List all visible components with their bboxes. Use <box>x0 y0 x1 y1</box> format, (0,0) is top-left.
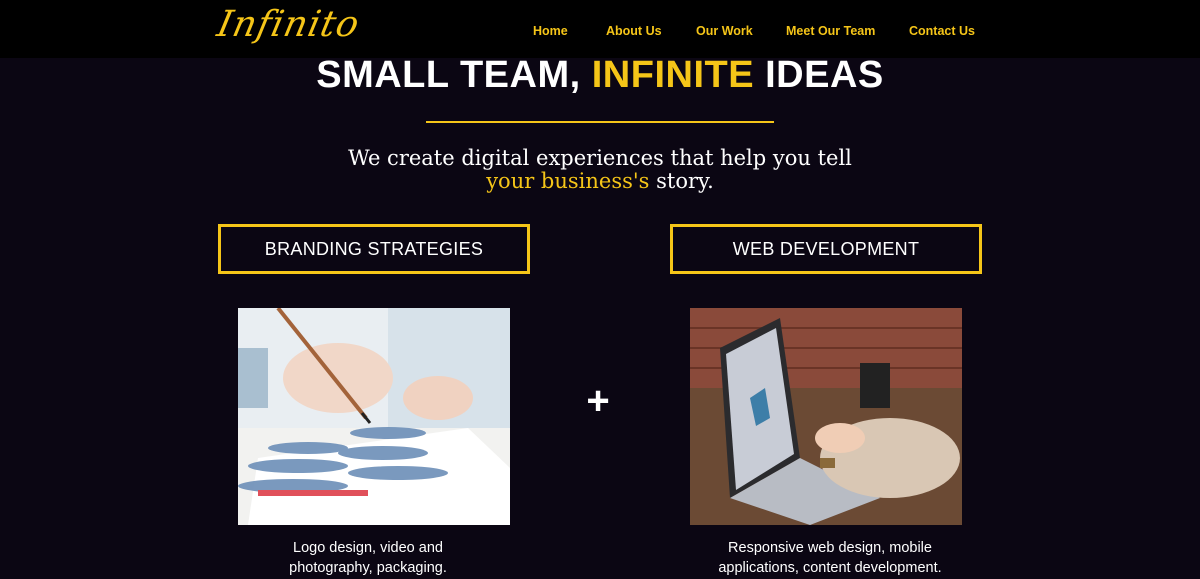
tagline-end: story. <box>656 169 714 193</box>
service-webdev-desc: Responsive web design, mobile applicatio… <box>670 538 990 578</box>
tagline-line1: We create digital experiences that help … <box>348 146 852 170</box>
service-webdev-desc-line2: applications, content development. <box>718 560 942 576</box>
site-logo[interactable]: Infinito <box>214 4 364 45</box>
laptop-typing-photo <box>690 308 962 525</box>
tagline-accent: your business's <box>486 169 650 193</box>
hero-title-part1: SMALL TEAM, <box>316 54 581 96</box>
plus-icon: + <box>586 379 610 423</box>
service-branding-title-box: BRANDING STRATEGIES <box>218 224 530 274</box>
nav-contact-us[interactable]: Contact Us <box>909 24 975 38</box>
navbar: Infinito Home About Us Our Work Meet Our… <box>0 0 1200 58</box>
nav-home[interactable]: Home <box>533 24 568 38</box>
nav-our-work[interactable]: Our Work <box>696 24 753 38</box>
nav-about-us[interactable]: About Us <box>606 24 662 38</box>
service-branding-title: BRANDING STRATEGIES <box>264 238 484 259</box>
service-webdev-title-box: WEB DEVELOPMENT <box>670 224 982 274</box>
hero-title-part2: IDEAS <box>765 54 884 96</box>
service-webdev-title: WEB DEVELOPMENT <box>732 238 920 259</box>
service-branding-desc: Logo design, video and photography, pack… <box>208 538 528 578</box>
nav-meet-our-team[interactable]: Meet Our Team <box>786 24 875 38</box>
hero-title: SMALL TEAM, INFINITE IDEAS <box>0 54 1200 97</box>
hero-title-accent: INFINITE <box>591 54 755 96</box>
service-webdev-desc-line1: Responsive web design, mobile <box>728 540 932 556</box>
hero-tagline: We create digital experiences that help … <box>0 147 1200 193</box>
service-branding-desc-line2: photography, packaging. <box>289 560 447 576</box>
service-branding-desc-line1: Logo design, video and <box>293 540 443 556</box>
hero-divider <box>426 121 774 123</box>
watercolor-painting-photo <box>238 308 510 525</box>
